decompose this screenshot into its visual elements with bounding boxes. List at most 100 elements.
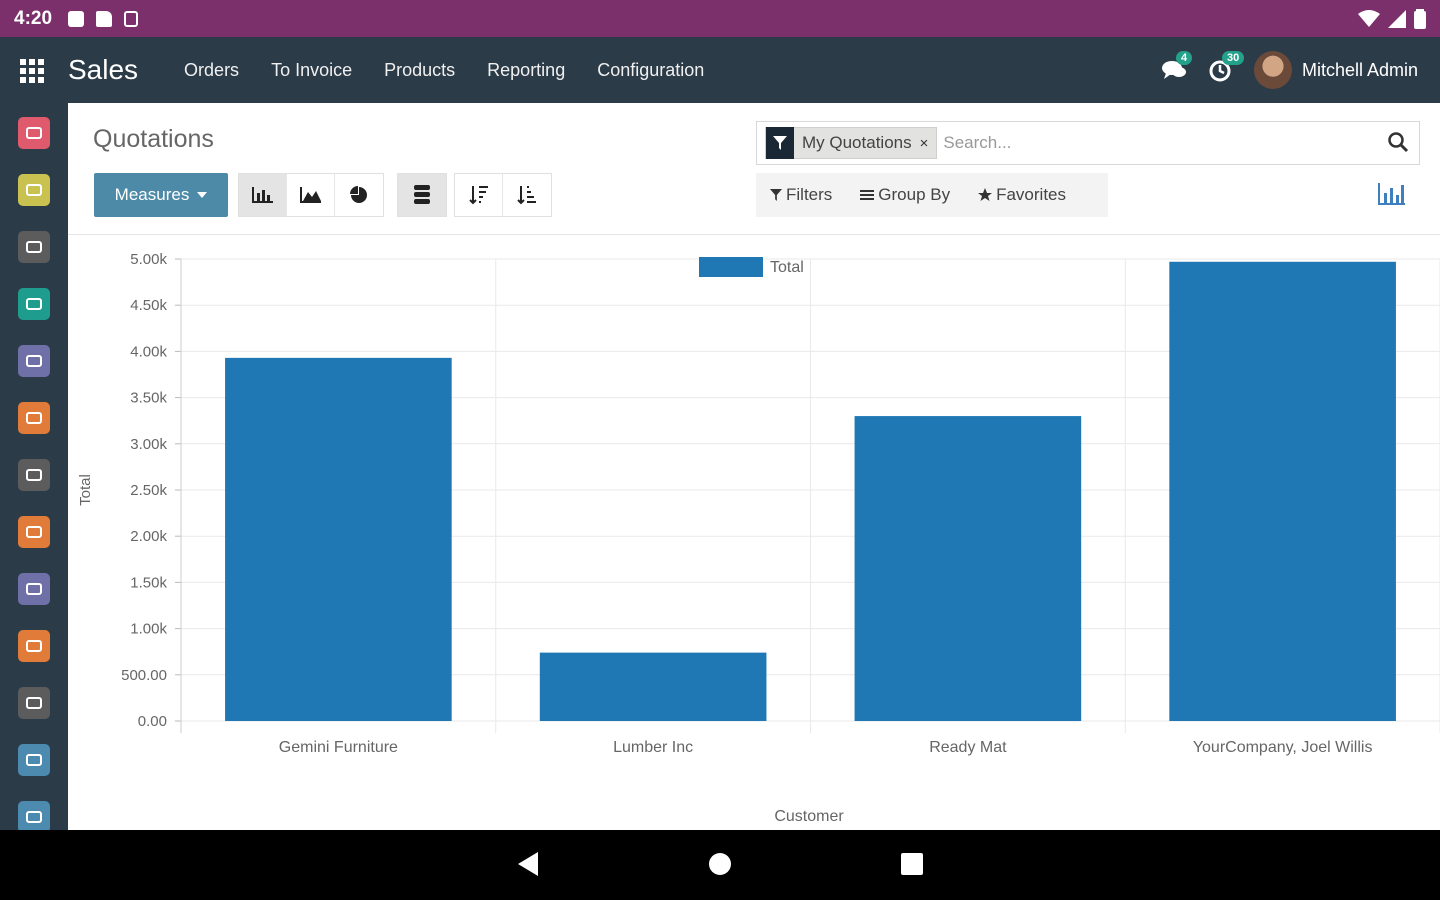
- y-tick-label: 4.50k: [130, 297, 167, 314]
- y-tick-label: 2.50k: [130, 482, 167, 499]
- group-by-button[interactable]: Group By: [860, 185, 950, 205]
- x-tick-label: Lumber Inc: [613, 739, 693, 756]
- bars-icon: [860, 190, 875, 200]
- inventory-icon[interactable]: [18, 573, 50, 605]
- notes-icon[interactable]: [18, 231, 50, 263]
- y-tick-label: 3.50k: [130, 390, 167, 407]
- measures-label: Measures: [114, 185, 190, 204]
- invoicing-icon[interactable]: [18, 516, 50, 548]
- y-tick-label: 0.00: [138, 713, 167, 730]
- y-axis-title: Total: [77, 474, 94, 506]
- android-status-bar: 4:20: [0, 0, 1440, 37]
- bar: [225, 357, 452, 721]
- sales-icon[interactable]: [18, 402, 50, 434]
- bar: [539, 652, 767, 721]
- menu-configuration[interactable]: Configuration: [597, 60, 704, 81]
- signal-icon: [1388, 9, 1406, 28]
- screen: 4:20 Sales Orders To Invoice Products Re…: [0, 0, 1440, 900]
- recent-apps-icon[interactable]: [901, 853, 923, 875]
- search-icon[interactable]: [1387, 131, 1411, 155]
- user-avatar[interactable]: [1253, 51, 1292, 89]
- bar-chart-button[interactable]: [239, 174, 287, 216]
- battery-icon: [1414, 8, 1426, 29]
- status-time: 4:20: [14, 7, 53, 29]
- facet-remove-icon[interactable]: ×: [920, 135, 937, 152]
- settings-icon[interactable]: [18, 801, 50, 833]
- website-icon[interactable]: [18, 630, 50, 662]
- menu-products[interactable]: Products: [384, 60, 455, 81]
- graph-view-switch[interactable]: [1378, 183, 1406, 207]
- bar: [1169, 261, 1396, 721]
- stacked-button[interactable]: [398, 174, 446, 216]
- filters-button[interactable]: Filters: [770, 185, 832, 205]
- line-chart-button[interactable]: [287, 174, 335, 216]
- sort-buttons: [454, 173, 552, 217]
- wifi-icon: [1358, 9, 1380, 27]
- legend-label: Total: [770, 259, 804, 276]
- y-tick-label: 3.00k: [130, 436, 167, 453]
- menu-orders[interactable]: Orders: [184, 60, 239, 81]
- filter-bar: Filters Group By Favorites: [756, 173, 1108, 217]
- y-tick-label: 500.00: [121, 667, 167, 684]
- calendar-icon[interactable]: [18, 174, 50, 206]
- navbar-systray: 4 30 Mitchell Admin: [1161, 51, 1440, 89]
- y-tick-label: 1.50k: [130, 574, 167, 591]
- x-axis-title: Customer: [774, 808, 844, 825]
- sim-icon: [124, 10, 139, 27]
- pos-icon[interactable]: [18, 459, 50, 491]
- sd-card-icon: [96, 10, 113, 27]
- pie-chart-button[interactable]: [335, 174, 383, 216]
- discuss-icon[interactable]: [18, 117, 50, 149]
- menu-reporting[interactable]: Reporting: [487, 60, 565, 81]
- crm-icon[interactable]: [18, 345, 50, 377]
- favorites-label: Favorites: [996, 185, 1067, 204]
- control-panel: Quotations My Quotations × Measures: [68, 103, 1440, 235]
- status-notification-icons: [68, 10, 139, 27]
- activities-count-badge: 30: [1221, 51, 1245, 65]
- group-by-label: Group By: [878, 185, 951, 204]
- bar-chart: 0.00 500.00 1.00k 1.50k 2.00k 2.50k 3.00k 3.50k…: [77, 251, 1440, 825]
- y-tick-label: 4.00k: [130, 343, 167, 360]
- area-chart-icon: [299, 187, 321, 203]
- filter-icon: [770, 189, 782, 201]
- notification-icon: [68, 10, 85, 27]
- sort-ascending-icon: [517, 186, 536, 205]
- filter-funnel-icon: [766, 127, 794, 159]
- android-navigation-bar: [0, 830, 1440, 900]
- graph-view-icon: [1378, 183, 1405, 205]
- y-tick-label: 1.00k: [130, 621, 167, 638]
- sort-descending-icon: [468, 186, 488, 205]
- search-input[interactable]: [943, 133, 1387, 153]
- bar: [854, 416, 1082, 721]
- breadcrumb: Quotations: [93, 125, 214, 153]
- star-icon: [978, 188, 993, 201]
- sort-descending-button[interactable]: [455, 174, 503, 216]
- back-icon[interactable]: [518, 852, 538, 876]
- app-title[interactable]: Sales: [68, 54, 138, 86]
- facet-label: My Quotations: [802, 133, 912, 152]
- bar-chart-icon: [251, 187, 273, 203]
- top-navbar: Sales Orders To Invoice Products Reporti…: [0, 37, 1440, 103]
- measures-button[interactable]: Measures: [94, 173, 228, 217]
- messaging-button[interactable]: 4: [1161, 51, 1193, 81]
- messages-count-badge: 4: [1175, 51, 1193, 65]
- apps-sidebar: [0, 103, 68, 833]
- search-box: My Quotations ×: [756, 121, 1420, 165]
- employees-icon[interactable]: [18, 744, 50, 776]
- favorites-button[interactable]: Favorites: [978, 185, 1066, 205]
- caret-down-icon: [197, 192, 208, 198]
- filters-label: Filters: [786, 185, 833, 204]
- app-menu-icon[interactable]: [20, 59, 48, 83]
- contacts-icon[interactable]: [18, 288, 50, 320]
- home-icon[interactable]: [709, 853, 731, 875]
- marketing-icon[interactable]: [18, 687, 50, 719]
- search-facet: My Quotations ×: [765, 127, 938, 159]
- activities-button[interactable]: 30: [1208, 51, 1245, 82]
- menu-to-invoice[interactable]: To Invoice: [271, 60, 352, 81]
- sort-ascending-button[interactable]: [503, 174, 551, 216]
- user-name[interactable]: Mitchell Admin: [1302, 60, 1418, 81]
- main-content: Quotations My Quotations × Measures: [68, 103, 1440, 830]
- x-tick-label: Gemini Furniture: [279, 739, 398, 756]
- stack-buttons: [397, 173, 447, 217]
- database-icon: [414, 185, 430, 204]
